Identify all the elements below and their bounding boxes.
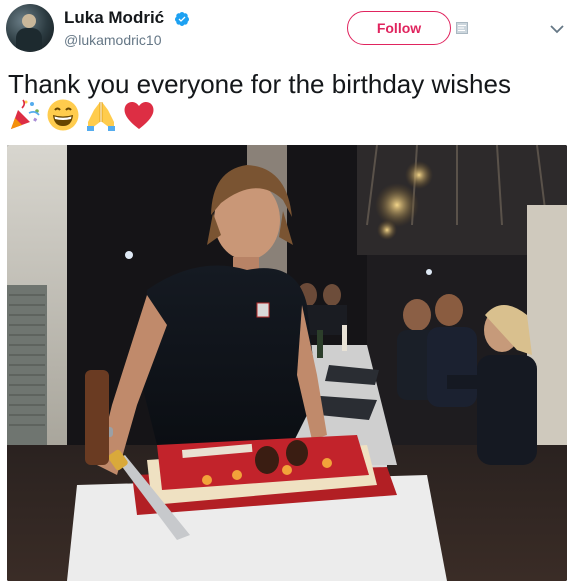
red-heart-icon [124,101,154,129]
user-handle[interactable]: @lukamodric10 [64,32,161,48]
avatar-body-shape [16,28,42,50]
tweet-text: Thank you everyone for the birthday wish… [8,69,511,99]
avatar[interactable] [6,4,54,52]
avatar-head-shape [22,14,36,28]
verified-badge-icon [174,11,189,26]
display-name-text: Luka Modrić [64,8,165,27]
grinning-face-icon [47,99,79,131]
party-popper-icon [11,99,40,129]
display-name[interactable]: Luka Modrić [64,8,190,28]
tweet-photo[interactable] [7,145,567,581]
tweet-header: Luka Modrić @lukamodric10 Follow [0,0,572,60]
photo-scene [7,145,567,581]
emoji-row [8,98,156,134]
chevron-down-icon[interactable] [550,24,564,34]
twitter-logo-icon[interactable] [456,22,468,34]
follow-button[interactable]: Follow [347,11,451,45]
folded-hands-icon [87,102,115,131]
